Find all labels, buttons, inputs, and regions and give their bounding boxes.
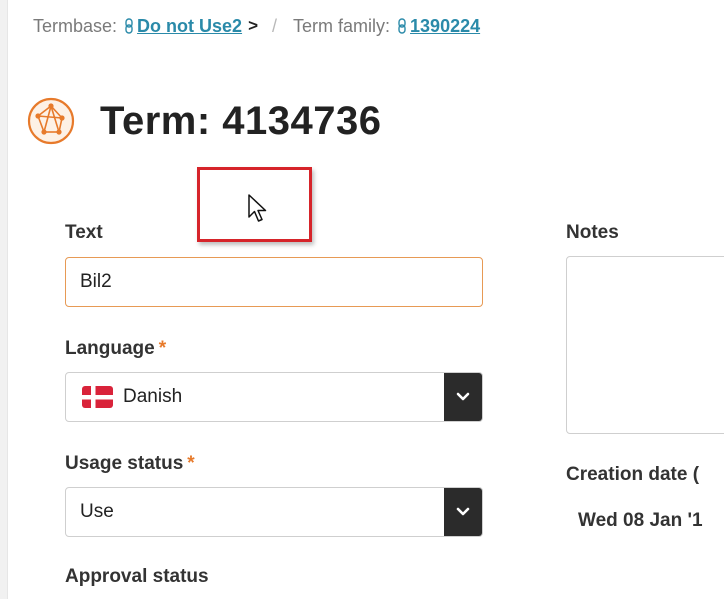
language-dropdown-button[interactable] [444,373,482,421]
language-label: Language * [65,338,166,360]
left-panel-edge [0,0,8,599]
breadcrumb-termbase-label: Termbase: [33,15,118,36]
notes-field[interactable] [566,256,724,434]
usage-status-label-text: Usage status [65,453,184,474]
page-title: Term: 4134736 [100,98,382,143]
term-family-link[interactable]: 1390224 [410,16,480,37]
usage-status-dropdown-button[interactable] [444,488,482,536]
breadcrumb-arrow: > [248,16,258,35]
link-icon [125,18,133,34]
danish-flag-icon [82,386,113,408]
termbase-link[interactable]: Do not Use2 [137,16,242,37]
language-value: Danish [123,386,183,407]
page-header: Term: 4134736 [26,70,382,172]
creation-date-label: Creation date ( [566,464,700,485]
breadcrumb-term-family-label: Term family: [293,15,391,36]
required-marker: * [158,338,167,359]
chevron-down-icon [456,392,470,401]
breadcrumb-separator: / [272,15,278,36]
text-field[interactable] [65,257,483,307]
chevron-down-icon [456,507,470,516]
text-label: Text [65,222,103,243]
mouse-pointer-icon [248,194,267,222]
creation-date-value: Wed 08 Jan '1 [578,510,703,531]
language-label-text: Language [65,338,155,359]
notes-label: Notes [566,222,619,243]
usage-status-label: Usage status * [65,453,195,475]
usage-status-value: Use [80,501,114,522]
required-marker: * [187,453,195,474]
globe-network-icon [27,97,75,144]
link-icon [398,18,406,34]
breadcrumb: Termbase: Do not Use2 > / Term family: 1… [33,15,480,37]
approval-status-label: Approval status [65,566,209,587]
language-select[interactable]: Danish [65,372,483,422]
usage-status-select[interactable]: Use [65,487,483,537]
